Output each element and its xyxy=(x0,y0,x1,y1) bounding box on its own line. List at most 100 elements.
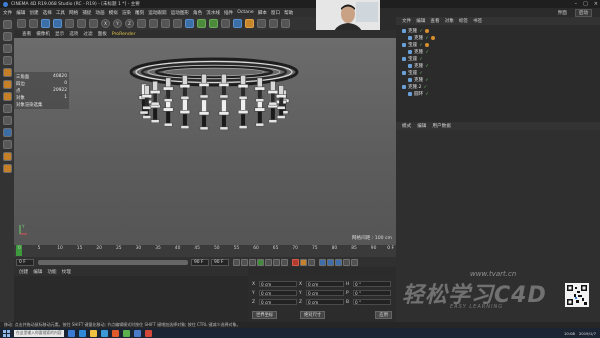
menu-item[interactable]: 插件 xyxy=(224,10,233,16)
attribute-menu-item[interactable]: 编辑 xyxy=(417,123,426,129)
task-view-icon[interactable] xyxy=(68,329,75,337)
material-menu-item[interactable]: 编辑 xyxy=(33,269,42,275)
solo-icon[interactable] xyxy=(2,152,12,161)
position-key-icon[interactable] xyxy=(319,258,326,266)
cloner-icon[interactable] xyxy=(233,19,242,28)
visibility-check-icon[interactable]: ✓ xyxy=(419,29,423,34)
x-axis-lock-icon[interactable]: X xyxy=(101,19,110,28)
tweak-mode-icon[interactable] xyxy=(2,116,12,125)
snap-icon[interactable] xyxy=(2,128,12,137)
coord-value-field[interactable]: 0 ° xyxy=(353,290,391,296)
previous-frame-icon[interactable] xyxy=(249,258,256,266)
menu-item[interactable]: 创建 xyxy=(29,10,38,16)
move-tool-icon[interactable] xyxy=(53,19,62,28)
cube-icon[interactable] xyxy=(185,19,194,28)
make-editable-icon[interactable] xyxy=(2,20,12,29)
material-menu-item[interactable]: 纹理 xyxy=(62,269,71,275)
parameter-key-icon[interactable] xyxy=(343,258,350,266)
viewport-menu-item[interactable]: 面板 xyxy=(98,31,107,37)
rotate-tool-icon[interactable] xyxy=(77,19,86,28)
rotation-key-icon[interactable] xyxy=(335,258,342,266)
material-manager-area[interactable] xyxy=(14,276,248,322)
visibility-check-icon[interactable]: ✓ xyxy=(425,36,429,41)
workplane-icon[interactable] xyxy=(2,56,12,65)
edges-mode-icon[interactable] xyxy=(2,80,12,89)
menu-item[interactable]: 文件 xyxy=(3,10,12,16)
viewport-menu-item[interactable]: 显示 xyxy=(55,31,64,37)
points-mode-icon[interactable] xyxy=(2,68,12,77)
visibility-check-icon[interactable]: ✓ xyxy=(424,85,428,90)
coord-value-field[interactable]: 0 cm xyxy=(306,281,344,287)
current-frame-field[interactable]: 0 F xyxy=(16,258,34,266)
render-view-icon[interactable] xyxy=(149,19,158,28)
viewport-menu-item[interactable]: 过滤 xyxy=(83,31,92,37)
viewport-menu-item[interactable]: 查看 xyxy=(22,31,31,37)
viewport-menu-item[interactable]: ProRender xyxy=(112,32,136,37)
floor-icon[interactable] xyxy=(257,19,266,28)
attribute-menu-item[interactable]: 用户数据 xyxy=(432,123,450,129)
live-select-icon[interactable] xyxy=(41,19,50,28)
polygons-mode-icon[interactable] xyxy=(2,92,12,101)
viewport-menu-item[interactable]: 摄像机 xyxy=(36,31,50,37)
menu-item[interactable]: 脚本 xyxy=(258,10,267,16)
object-menu-item[interactable]: 查看 xyxy=(430,18,439,24)
visibility-check-icon[interactable]: ✓ xyxy=(419,71,423,76)
next-key-icon[interactable] xyxy=(273,258,280,266)
coord-value-field[interactable]: 0 ° xyxy=(353,281,391,287)
timeline-ruler[interactable]: 0 F 0 5 10 15 20 25 30 35 40 45 50 55 60 65 70 75 80 85 90 xyxy=(14,245,396,257)
recent-tool-icon[interactable] xyxy=(89,19,98,28)
camera-icon[interactable] xyxy=(269,19,278,28)
redo-icon[interactable] xyxy=(29,19,38,28)
workplane-lock-icon[interactable] xyxy=(2,140,12,149)
object-menu-item[interactable]: 书签 xyxy=(473,18,482,24)
y-axis-lock-icon[interactable]: Y xyxy=(113,19,122,28)
max-frame-field[interactable]: 90 F xyxy=(211,258,229,266)
menu-item[interactable]: 网格 xyxy=(69,10,78,16)
keyframe-selection-icon[interactable] xyxy=(308,258,315,266)
layout-dropdown[interactable]: 启动 xyxy=(574,8,592,17)
menu-item[interactable]: 动画 xyxy=(95,10,104,16)
menu-item[interactable]: 运动跟踪 xyxy=(148,10,166,16)
coordinate-mode-dropdown[interactable]: 世界坐标 xyxy=(252,311,278,319)
deformer-icon[interactable] xyxy=(245,19,254,28)
material-menu-item[interactable]: 创建 xyxy=(19,269,28,275)
preview-range-slider[interactable] xyxy=(38,259,188,265)
menu-item[interactable]: 帮助 xyxy=(284,10,293,16)
point-level-icon[interactable] xyxy=(351,258,358,266)
coord-value-field[interactable]: 0 cm xyxy=(306,290,344,296)
enable-axis-icon[interactable] xyxy=(2,104,12,113)
file-explorer-icon[interactable] xyxy=(90,329,97,337)
object-menu-item[interactable]: 对象 xyxy=(445,18,454,24)
menu-item[interactable]: Octane xyxy=(237,10,254,15)
app-icon-2[interactable] xyxy=(123,329,130,337)
apply-button[interactable]: 应用 xyxy=(375,311,392,319)
menu-item[interactable]: 雕刻 xyxy=(135,10,144,16)
sculpt-icon[interactable] xyxy=(2,164,12,173)
menu-item[interactable]: 窗口 xyxy=(271,10,280,16)
texture-mode-icon[interactable] xyxy=(2,44,12,53)
render-picture-viewer-icon[interactable] xyxy=(161,19,170,28)
coordinate-system-icon[interactable] xyxy=(137,19,146,28)
previous-key-icon[interactable] xyxy=(241,258,248,266)
visibility-check-icon[interactable]: ✓ xyxy=(425,92,429,97)
array-icon[interactable] xyxy=(209,19,218,28)
coord-value-field[interactable]: 0 cm xyxy=(259,290,297,296)
object-menu-item[interactable]: 编辑 xyxy=(416,18,425,24)
taskbar-search-input[interactable]: 在这里输入你要搜索的内容 xyxy=(14,329,64,337)
close-icon[interactable]: × xyxy=(594,1,598,7)
object-menu-item[interactable]: 文件 xyxy=(402,18,411,24)
visibility-check-icon[interactable]: ✓ xyxy=(419,57,423,62)
app-icon-1[interactable] xyxy=(112,329,119,337)
menu-item[interactable]: 编辑 xyxy=(16,10,25,16)
menu-item[interactable]: 工具 xyxy=(56,10,65,16)
undo-icon[interactable] xyxy=(17,19,26,28)
menu-item[interactable]: 运动图形 xyxy=(171,10,189,16)
visibility-check-icon[interactable]: ✓ xyxy=(425,64,429,69)
store-icon[interactable] xyxy=(101,329,108,337)
menu-item[interactable]: 捕捉 xyxy=(82,10,91,16)
end-frame-field[interactable]: 90 F xyxy=(191,258,209,266)
go-to-start-icon[interactable] xyxy=(233,258,240,266)
maximize-icon[interactable]: □ xyxy=(583,1,588,7)
visibility-check-icon[interactable]: ✓ xyxy=(419,43,423,48)
recorder-taskbar-icon[interactable] xyxy=(145,329,152,337)
